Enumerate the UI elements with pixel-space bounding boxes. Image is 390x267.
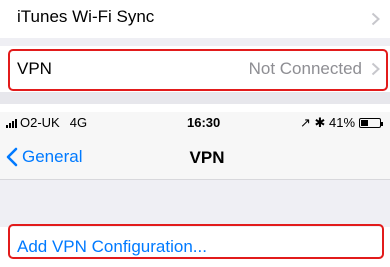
screenshot-divider xyxy=(0,92,390,104)
carrier-name: O2-UK xyxy=(20,115,60,130)
screenshot-separator xyxy=(0,104,390,112)
vpn-row[interactable]: VPN Not Connected xyxy=(0,46,390,92)
vpn-label: VPN xyxy=(17,59,52,78)
chevron-right-icon xyxy=(371,12,380,26)
add-vpn-configuration-label: Add VPN Configuration... xyxy=(17,237,207,256)
section-gap xyxy=(0,180,390,227)
navigation-bar: General VPN xyxy=(0,132,390,180)
section-gap xyxy=(0,38,390,46)
add-vpn-configuration-button[interactable]: Add VPN Configuration... xyxy=(0,227,390,267)
status-bar: O2-UK 4G 16:30 ↗ ✱ 41% xyxy=(0,112,390,132)
itunes-wifi-sync-row[interactable]: iTunes Wi-Fi Sync xyxy=(0,0,390,38)
chevron-right-icon xyxy=(371,62,380,76)
status-right: ↗ ✱ 41% xyxy=(299,115,383,131)
vpn-status-value: Not Connected xyxy=(248,59,362,78)
network-type: 4G xyxy=(69,115,88,130)
status-left: O2-UK 4G xyxy=(6,115,87,130)
page-title: VPN xyxy=(189,148,225,167)
signal-strength-icon xyxy=(6,118,17,128)
battery-icon xyxy=(359,118,383,128)
battery-fill xyxy=(361,120,369,126)
status-indicators: ↗ ✱ 41% xyxy=(299,115,355,130)
itunes-wifi-sync-label: iTunes Wi-Fi Sync xyxy=(17,7,155,26)
status-time: 16:30 xyxy=(187,115,221,130)
